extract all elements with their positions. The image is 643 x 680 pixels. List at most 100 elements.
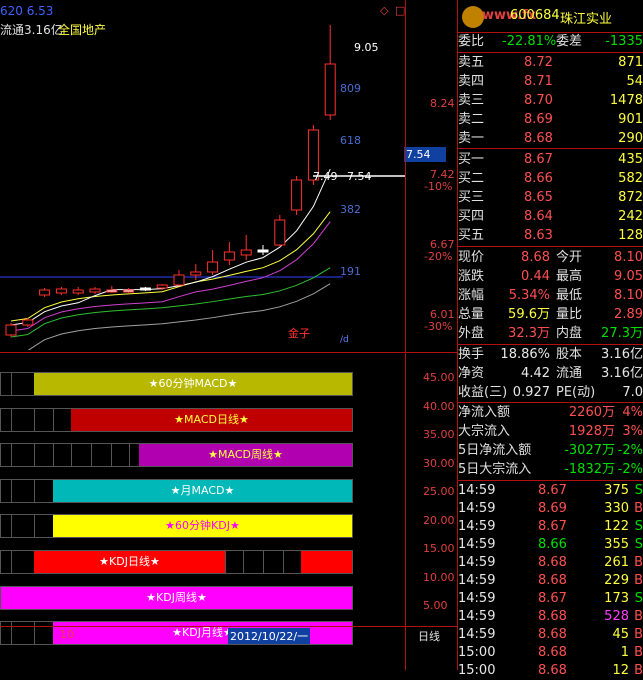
stock-code: 600684 xyxy=(510,8,560,23)
candlestick-chart[interactable]: 9.05 809 618 7.49 7.54 382 191 金子/d xyxy=(0,0,410,350)
stat-row: 总量 59.6万 量比 2.89 xyxy=(458,306,643,324)
tick-side: B xyxy=(634,573,643,588)
tick-time: 14:59 xyxy=(458,555,496,570)
bid-row: 买五 8.63 128 xyxy=(458,227,643,245)
tick-time: 15:00 xyxy=(458,645,496,660)
bid-volume: 582 xyxy=(618,171,643,186)
bid-label: 买四 xyxy=(458,209,485,224)
candle-body xyxy=(173,274,185,286)
ask-row: 卖五 8.72 871 xyxy=(458,54,643,72)
tick-side: S xyxy=(634,591,643,606)
stat-value: 5.34% xyxy=(508,288,550,303)
bid-volume: 872 xyxy=(618,190,643,205)
ask-row: 卖二 8.69 901 xyxy=(458,111,643,129)
tick-row: 15:00 8.68 1 B xyxy=(458,644,643,662)
tick-side: B xyxy=(634,555,643,570)
stat-row: 收益(三) 0.927 PE(动) 7.0 xyxy=(458,384,643,402)
tick-price: 8.68 xyxy=(538,573,567,588)
tick-price: 8.66 xyxy=(538,537,567,552)
bid-label: 买一 xyxy=(458,152,485,167)
bid-price: 8.66 xyxy=(524,171,553,186)
price-label: -30% xyxy=(424,320,453,333)
tick-price: 8.67 xyxy=(538,519,567,534)
ask-label: 卖三 xyxy=(458,93,485,108)
tick-time: 14:59 xyxy=(458,627,496,642)
stat-value: 4.42 xyxy=(521,366,550,381)
tick-side: S xyxy=(634,519,643,534)
tick-volume: 528 xyxy=(604,609,629,624)
stat-label: 净资 xyxy=(458,366,485,381)
indicator-bar[interactable]: ★60分钟KDJ★ xyxy=(0,514,353,539)
ma-value-label: 7.54 xyxy=(347,170,372,183)
stat-label: 今开 xyxy=(556,250,583,265)
indicator-bar[interactable]: ★月MACD★ xyxy=(0,478,353,503)
bid-row: 买一 8.67 435 xyxy=(458,151,643,169)
flow-row: 5日净流入额 -3027万 -2% xyxy=(458,442,643,460)
flow-pct: -2% xyxy=(617,443,643,458)
stat-label: 涨幅 xyxy=(458,288,485,303)
bid-volume: 128 xyxy=(618,228,643,243)
divider xyxy=(458,402,643,403)
tick-time: 14:59 xyxy=(458,501,496,516)
flow-pct: 4% xyxy=(622,405,643,420)
bid-label: 买二 xyxy=(458,171,485,186)
candle-body xyxy=(240,249,252,256)
bid-label: 买三 xyxy=(458,190,485,205)
tick-row: 14:59 8.68 45 B xyxy=(458,626,643,644)
indicator-axis-label: 20.00 xyxy=(423,513,455,527)
bottom-axis: 10 2012/10/22/一 日线 xyxy=(0,626,458,670)
ask-price: 8.70 xyxy=(524,93,553,108)
candle-body xyxy=(55,288,67,294)
candle-body xyxy=(106,289,118,293)
flow-label: 5日净流入额 xyxy=(458,443,532,458)
ask-label: 卖一 xyxy=(458,131,485,146)
tick-time: 14:59 xyxy=(458,537,496,552)
tick-time: 14:59 xyxy=(458,609,496,624)
bid-row: 买三 8.65 872 xyxy=(458,189,643,207)
tick-time: 15:00 xyxy=(458,663,496,678)
stat-value: 2.89 xyxy=(614,307,643,322)
x-tick-label: 10 xyxy=(60,628,74,641)
flow-pct: 3% xyxy=(622,424,643,439)
tick-time: 14:59 xyxy=(458,573,496,588)
tick-price: 8.68 xyxy=(538,663,567,678)
divider xyxy=(458,344,643,345)
stat-label: 外盘 xyxy=(458,326,485,341)
period-label[interactable]: 日线 xyxy=(418,628,440,644)
divider xyxy=(0,352,458,353)
divider xyxy=(458,32,643,33)
tick-row: 14:59 8.68 229 B xyxy=(458,572,643,590)
indicator-bar[interactable]: ★MACD日线★ xyxy=(0,407,353,432)
weibi-row: 委比 -22.81% 委差 -1335 xyxy=(458,33,643,51)
bid-volume: 435 xyxy=(618,152,643,167)
stat-label: PE(动) xyxy=(556,385,596,400)
price-label: -20% xyxy=(424,250,453,263)
stat-label: 收益(三) xyxy=(458,385,508,400)
tick-side: B xyxy=(634,609,643,624)
indicator-label: ★MACD日线★ xyxy=(71,408,352,431)
tick-side: B xyxy=(634,645,643,660)
stat-row: 现价 8.68 今开 8.10 xyxy=(458,249,643,267)
candle-body xyxy=(72,289,84,294)
ask-price: 8.68 xyxy=(524,131,553,146)
indicator-bar[interactable]: ★KDJ周线★ xyxy=(0,585,353,610)
stat-row: 外盘 32.3万 内盘 27.3万 xyxy=(458,325,643,343)
candle-body xyxy=(257,249,269,253)
weibi-label: 委比 xyxy=(458,34,485,49)
indicator-bar[interactable]: ★MACD周线★ xyxy=(0,443,353,468)
logo xyxy=(462,6,484,28)
price-label: 8.24 xyxy=(430,97,455,110)
price-axis: 8.24 7.42 -10% 6.67 -20% 6.01 -30% 7.54 xyxy=(404,0,458,352)
indicator-panel: ★60分钟MACD★ ★MACD日线★ ★MACD周线★ ★月MACD★ ★60分钟KD… xyxy=(0,353,455,646)
tick-volume: 229 xyxy=(604,573,629,588)
weicha-value: -1335 xyxy=(605,34,643,49)
quote-header: www.fx 600684 珠江实业 xyxy=(458,0,643,32)
tick-volume: 173 xyxy=(604,591,629,606)
ask-volume: 290 xyxy=(618,131,643,146)
indicator-bar[interactable]: ★KDJ日线★ xyxy=(0,550,353,574)
stat-label: 现价 xyxy=(458,250,485,265)
indicator-bar[interactable]: ★60分钟MACD★ xyxy=(0,372,353,396)
stat-label: 内盘 xyxy=(556,326,583,341)
tick-side: S xyxy=(634,483,643,498)
flow-label: 5日大宗流入 xyxy=(458,462,532,477)
